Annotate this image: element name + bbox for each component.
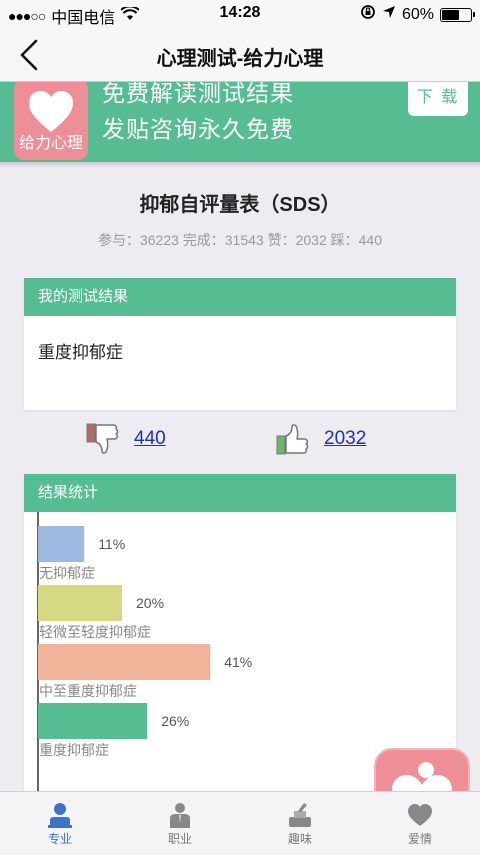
location-icon xyxy=(382,5,396,24)
test-stats: 参与：36223 完成：31543 赞：2032 踩：440 xyxy=(97,232,383,248)
app-name-label: 给力心理 xyxy=(14,132,88,160)
dislike-button[interactable]: 440 xyxy=(86,422,166,456)
status-bar: ●●●○○ 中国电信 14:28 60% xyxy=(0,0,480,28)
vote-row: 440 2032 xyxy=(0,422,480,462)
page-title: 心理测试-给力心理 xyxy=(156,48,324,70)
dislike-count[interactable]: 440 xyxy=(134,428,166,450)
banner-divider xyxy=(0,162,480,168)
thumbs-up-icon xyxy=(276,424,309,455)
thumbs-down-icon xyxy=(86,423,119,454)
heart-icon xyxy=(29,91,73,132)
promo-banner[interactable]: 给力心理 免费解读测试结果 发贴咨询永久免费 下 载 xyxy=(0,82,480,162)
test-title: 抑郁自评量表（SDS） xyxy=(139,194,341,216)
bottom-tab-bar: 专业 职业 趣味 爱情 xyxy=(0,791,480,855)
chart-bar xyxy=(38,703,148,739)
like-count[interactable]: 2032 xyxy=(324,428,366,450)
chart-bar xyxy=(38,644,211,680)
banner-line-2: 发贴咨询永久免费 xyxy=(102,116,294,142)
chart-category-label: 重度抑郁症 xyxy=(39,742,109,758)
banner-line-1: 免费解读测试结果 xyxy=(102,82,294,106)
battery-percent: 60% xyxy=(401,5,434,23)
fun-icon xyxy=(289,803,311,827)
tab-professional[interactable]: 专业 xyxy=(20,800,100,847)
chart-value-label: 11% xyxy=(98,536,125,552)
chart-bar xyxy=(38,585,122,621)
chart-category-label: 无抑郁症 xyxy=(39,565,95,581)
tab-fun[interactable]: 趣味 xyxy=(260,800,340,847)
battery-level xyxy=(442,9,459,20)
tab-love[interactable]: 爱情 xyxy=(380,800,460,847)
tab-label: 爱情 xyxy=(407,832,432,846)
love-icon xyxy=(408,804,432,826)
tab-label: 趣味 xyxy=(287,832,312,846)
download-button[interactable]: 下 载 xyxy=(408,82,468,116)
chart-bar xyxy=(38,526,85,562)
chart-value-label: 26% xyxy=(161,713,189,729)
like-button[interactable]: 2032 xyxy=(276,422,366,456)
my-result-header: 我的测试结果 xyxy=(24,278,456,316)
chart-category-label: 轻微至轻度抑郁症 xyxy=(39,624,151,640)
chart-category-label: 中至重度抑郁症 xyxy=(39,683,137,699)
chart-value-label: 41% xyxy=(224,654,252,670)
battery-icon xyxy=(440,7,475,22)
chart-value-label: 20% xyxy=(136,595,164,611)
navigation-bar: 心理测试-给力心理 xyxy=(0,28,480,82)
my-result-value: 重度抑郁症 xyxy=(38,343,123,362)
rotation-lock-icon xyxy=(360,4,376,25)
tab-label: 职业 xyxy=(167,832,192,846)
professional-icon xyxy=(48,803,72,828)
tab-career[interactable]: 职业 xyxy=(140,800,220,847)
tab-label: 专业 xyxy=(47,832,72,846)
my-result-card: 我的测试结果 重度抑郁症 xyxy=(24,278,456,410)
career-icon xyxy=(170,803,190,828)
result-stats-header: 结果统计 xyxy=(24,474,456,512)
